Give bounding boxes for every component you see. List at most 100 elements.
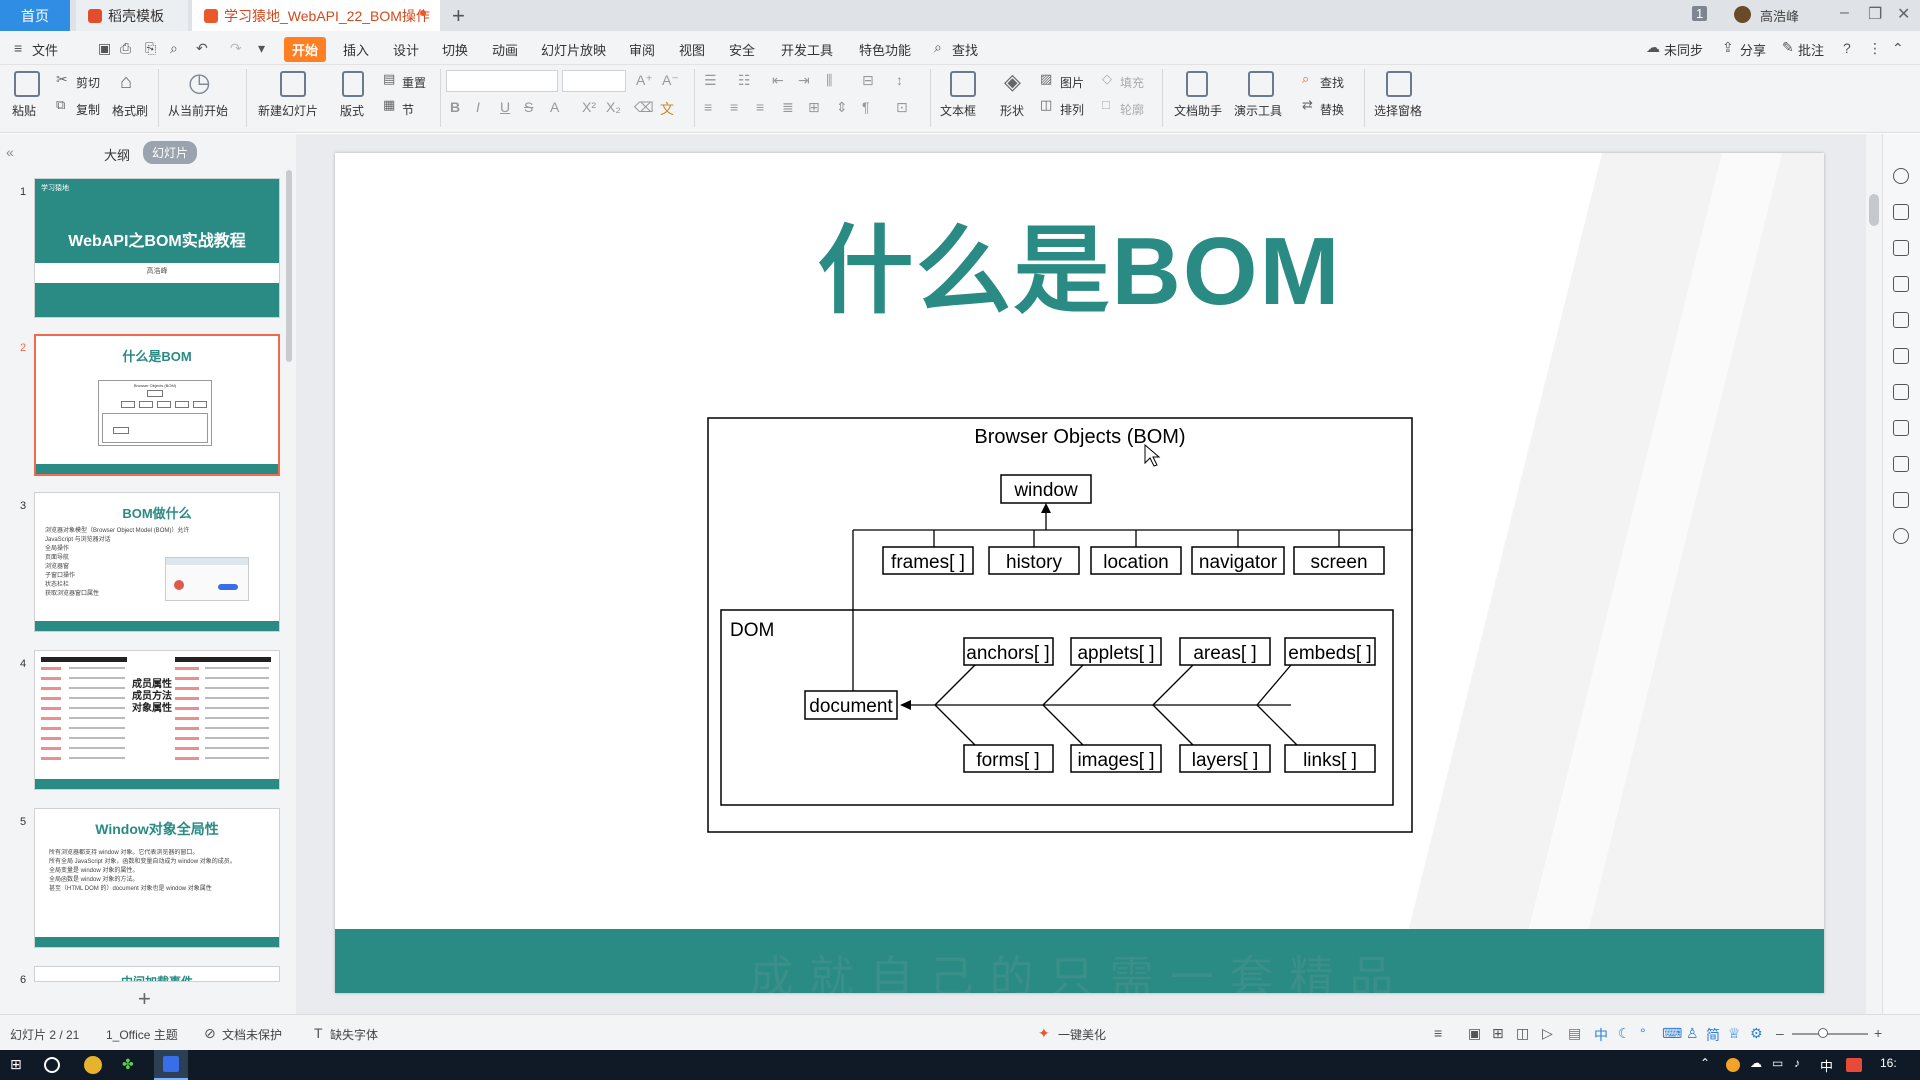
share-button[interactable]: 分享 xyxy=(1740,40,1766,59)
convert-smartart-icon[interactable]: ⊡ xyxy=(896,99,908,116)
menu-view[interactable]: 视图 xyxy=(679,40,705,59)
reading-view-icon[interactable]: ◫ xyxy=(1516,1025,1529,1042)
comment-button[interactable]: 批注 xyxy=(1798,40,1824,59)
minimize-icon[interactable]: – xyxy=(1840,4,1849,22)
present-tools-icon[interactable] xyxy=(1248,71,1274,97)
bullet-list-icon[interactable]: ☰ xyxy=(704,72,717,89)
one-click-beautify-button[interactable]: 一键美化 xyxy=(1058,1026,1106,1043)
save-icon[interactable]: ▣ xyxy=(98,40,111,57)
zoom-slider-thumb[interactable] xyxy=(1818,1028,1828,1038)
paragraph-spacing-icon[interactable]: ¶ xyxy=(862,99,870,115)
share-out-icon[interactable] xyxy=(1893,384,1909,400)
outline-icon[interactable]: □ xyxy=(1102,97,1110,112)
menu-file[interactable]: 文件 xyxy=(32,40,58,59)
align-left-icon[interactable]: ≡ xyxy=(704,99,712,115)
collapse-panel-icon[interactable]: « xyxy=(6,144,14,160)
wps-taskbar-button[interactable] xyxy=(154,1050,188,1080)
clear-format-icon[interactable]: ⌫ xyxy=(634,99,654,116)
ime-chinese-icon[interactable]: 中 xyxy=(1594,1025,1608,1045)
paste-button[interactable]: 粘贴 xyxy=(12,102,36,119)
collapse-ribbon-icon[interactable]: ⌃ xyxy=(1892,40,1904,57)
tab-outline[interactable]: 大纲 xyxy=(104,145,130,164)
arrange-button[interactable]: 排列 xyxy=(1060,101,1084,118)
current-slide[interactable]: 什么是BOM Browser Objects (BOM) window fram… xyxy=(335,153,1824,993)
numbered-list-icon[interactable]: ☷ xyxy=(738,72,751,89)
ime-punctuation-icon[interactable]: ° xyxy=(1640,1025,1646,1041)
share-icon[interactable]: ⇪ xyxy=(1722,39,1734,56)
slide-thumbnail-4[interactable]: 成员属性 成员方法 对象属性 xyxy=(34,650,280,790)
font-size-select[interactable] xyxy=(562,70,626,92)
justify-icon[interactable]: ≣ xyxy=(782,99,794,116)
slide-thumbnail-2-selected[interactable]: 什么是BOM Browser Objects (BOM) xyxy=(34,334,280,476)
chrome-icon[interactable] xyxy=(84,1056,102,1074)
doc-helper-button[interactable]: 文档助手 xyxy=(1174,102,1222,119)
play-from-current-button[interactable]: 从当前开始 xyxy=(168,102,228,119)
menu-search[interactable]: 查找 xyxy=(952,40,978,59)
grid-icon[interactable] xyxy=(1893,276,1909,292)
slide-thumbnail-1[interactable]: WebAPI之BOM实战教程 学习猿地 高浩峰 xyxy=(34,178,280,318)
doc-helper-icon[interactable] xyxy=(1186,71,1208,97)
zoom-slider[interactable] xyxy=(1792,1033,1868,1035)
new-tab-plus-icon[interactable]: + xyxy=(452,3,465,29)
beautify-icon[interactable]: ✦ xyxy=(1038,1025,1050,1042)
paste-icon[interactable] xyxy=(14,71,40,97)
tray-network-icon[interactable]: ☁ xyxy=(1750,1056,1762,1070)
backup-icon[interactable] xyxy=(1893,528,1909,544)
slide-sorter-icon[interactable]: ⊞ xyxy=(1492,1025,1504,1042)
user-avatar[interactable] xyxy=(1734,6,1751,23)
align-center-icon[interactable]: ≡ xyxy=(730,99,738,115)
theme-name[interactable]: 1_Office 主题 xyxy=(106,1026,178,1043)
vertical-align-icon[interactable]: ⇕ xyxy=(836,99,848,116)
menu-review[interactable]: 审阅 xyxy=(629,40,655,59)
present-tools-button[interactable]: 演示工具 xyxy=(1234,102,1282,119)
section-button[interactable]: 节 xyxy=(402,101,414,118)
superscript-icon[interactable]: X² xyxy=(582,99,596,115)
menu-security[interactable]: 安全 xyxy=(729,40,755,59)
section-icon[interactable]: ▦ xyxy=(383,97,395,113)
columns-icon[interactable]: ⫼ xyxy=(826,72,832,89)
tray-wps-icon[interactable] xyxy=(1846,1058,1862,1072)
slide-title[interactable]: 什么是BOM xyxy=(335,193,1824,332)
find-button[interactable]: 查找 xyxy=(1320,74,1344,91)
cut-icon[interactable]: ✂ xyxy=(56,71,68,88)
slide-thumbnail-5[interactable]: Window对象全局性 所有浏览器都支持 window 对象。它代表浏览器的窗口… xyxy=(34,808,280,948)
tab-slides[interactable]: 幻灯片 xyxy=(143,141,198,164)
textbox-icon[interactable] xyxy=(950,71,976,97)
more-icon[interactable]: ⋮ xyxy=(1868,40,1882,57)
slide-thumbnail-3[interactable]: BOM做什么 浏览器对象模型（Browser Object Model (BOM… xyxy=(34,492,280,632)
fill-icon[interactable]: ◇ xyxy=(1102,71,1112,87)
menu-insert[interactable]: 插入 xyxy=(343,40,369,59)
tray-expand-icon[interactable]: ⌃ xyxy=(1700,1056,1710,1070)
ime-keyboard-icon[interactable]: ⌨ xyxy=(1662,1025,1682,1042)
image-icon[interactable] xyxy=(1893,456,1909,472)
increase-font-icon[interactable]: A⁺ xyxy=(636,72,653,89)
cloud-sync-icon[interactable]: ☁ xyxy=(1646,39,1660,56)
panel-scrollbar[interactable] xyxy=(286,170,292,362)
tab-current-document[interactable]: 学习猿地_WebAPI_22_BOM操作 xyxy=(192,0,440,31)
replace-button[interactable]: 替换 xyxy=(1320,101,1344,118)
layout-icon[interactable] xyxy=(342,71,364,97)
format-painter-button[interactable]: 格式刷 xyxy=(112,102,148,119)
find-icon[interactable]: ⌕ xyxy=(1302,71,1309,87)
search-icon[interactable]: ⌕ xyxy=(934,39,942,56)
notes-toggle-icon[interactable]: ≡ xyxy=(1434,1025,1442,1041)
reset-button[interactable]: 重置 xyxy=(402,74,426,91)
ime-indicator[interactable]: 中 xyxy=(1820,1056,1833,1075)
cortana-search-icon[interactable] xyxy=(44,1057,60,1073)
decrease-font-icon[interactable]: A⁻ xyxy=(662,72,679,89)
outline-button[interactable]: 轮廓 xyxy=(1120,101,1144,118)
normal-view-icon[interactable]: ▣ xyxy=(1468,1025,1481,1042)
menu-slideshow[interactable]: 幻灯片放映 xyxy=(541,40,606,59)
user-name[interactable]: 高浩峰 xyxy=(1760,6,1799,25)
window-count-badge[interactable]: 1 xyxy=(1692,6,1708,21)
tray-volume-icon[interactable]: ♪ xyxy=(1794,1056,1800,1070)
line-spacing-icon[interactable]: ↕ xyxy=(896,72,903,88)
layout-button[interactable]: 版式 xyxy=(340,102,364,119)
tab-home[interactable]: 首页 xyxy=(0,0,70,31)
menu-design[interactable]: 设计 xyxy=(393,40,419,59)
font-name-select[interactable] xyxy=(446,70,558,92)
shapes-icon[interactable] xyxy=(1893,204,1909,220)
format-painter-icon[interactable]: ⌂ xyxy=(120,71,132,94)
add-slide-plus-icon[interactable]: + xyxy=(138,986,151,1012)
customize-qat-icon[interactable]: ▾ xyxy=(258,40,265,57)
